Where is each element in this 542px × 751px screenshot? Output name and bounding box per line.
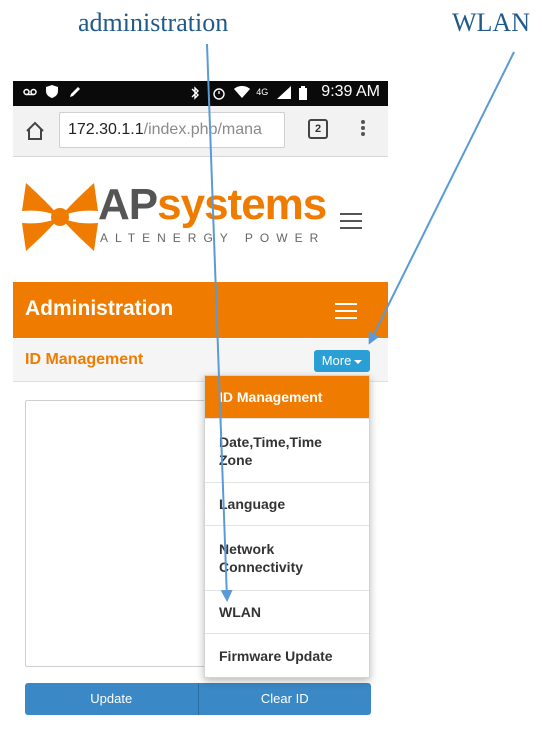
menu-item-date-time-zone[interactable]: Date,Time,Time Zone — [205, 419, 369, 483]
url-host: 172.30.1.1 — [68, 121, 144, 138]
more-dropdown-menu: ID Management Date,Time,Time Zone Langua… — [204, 375, 370, 678]
browser-menu-icon[interactable] — [358, 118, 368, 144]
caret-down-icon — [354, 359, 363, 364]
menu-item-id-management[interactable]: ID Management — [205, 376, 369, 419]
clear-id-button[interactable]: Clear ID — [198, 683, 371, 715]
section-title: ID Management — [25, 351, 144, 368]
shield-icon — [46, 85, 59, 98]
brand-systems: systems — [157, 180, 327, 229]
more-dropdown-button[interactable]: More — [314, 350, 370, 372]
apsystems-logo-icon — [18, 175, 102, 259]
menu-item-wlan[interactable]: WLAN — [205, 591, 369, 634]
arrow-to-more-button — [368, 51, 515, 345]
more-label: More — [321, 353, 352, 368]
brand-tagline: ALTENERGY POWER — [100, 231, 326, 245]
phone-screen: 4G 9:39 AM 172.30.1.1/index.php/mana 2 A… — [13, 81, 388, 751]
update-button[interactable]: Update — [25, 683, 199, 715]
status-bar: 4G 9:39 AM — [13, 81, 388, 106]
menu-item-network-connectivity[interactable]: Network Connectivity — [205, 526, 369, 591]
battery-icon — [299, 85, 312, 100]
url-path: /index.php/mana — [143, 121, 262, 138]
annotation-wlan: WLAN — [452, 8, 530, 37]
annotation-administration: administration — [78, 8, 229, 37]
admin-hamburger-icon[interactable] — [335, 303, 357, 319]
admin-bar: Administration — [13, 282, 388, 338]
site-header: APsystems ALTENERGY POWER — [13, 157, 388, 281]
browser-toolbar: 172.30.1.1/index.php/mana 2 — [13, 106, 388, 157]
menu-item-firmware-update[interactable]: Firmware Update — [205, 634, 369, 677]
site-hamburger-icon[interactable] — [340, 213, 362, 229]
alarm-icon — [212, 86, 225, 100]
pencil-icon — [69, 85, 82, 98]
voicemail-icon — [23, 85, 37, 98]
menu-item-language[interactable]: Language — [205, 483, 369, 526]
admin-title: Administration — [25, 297, 174, 320]
address-bar[interactable]: 172.30.1.1/index.php/mana — [59, 112, 285, 148]
network-type-label: 4G — [256, 86, 269, 97]
signal-icon — [277, 85, 292, 99]
brand-ap: AP — [98, 180, 158, 229]
status-time: 9:39 AM — [321, 83, 380, 100]
home-icon[interactable] — [23, 119, 47, 143]
brand-wordmark: APsystems — [98, 180, 327, 229]
bluetooth-icon — [190, 85, 203, 100]
wifi-icon — [234, 85, 251, 99]
tab-switcher-button[interactable]: 2 — [308, 119, 328, 139]
action-buttons: Update Clear ID — [25, 683, 371, 715]
